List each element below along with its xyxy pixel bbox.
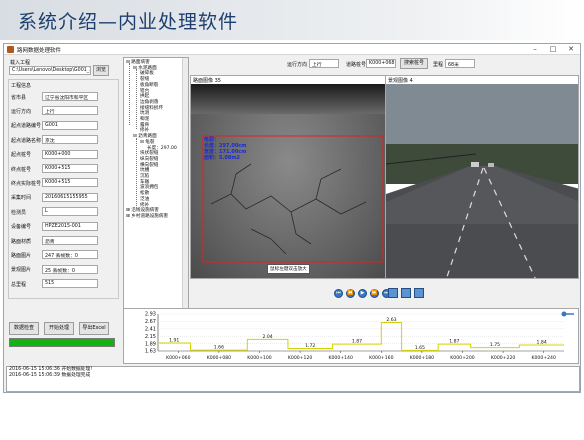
field-value[interactable]: K000+515: [42, 164, 98, 173]
close-button[interactable]: ✕: [566, 45, 576, 54]
rewind-icon[interactable]: ⏪: [346, 289, 355, 298]
progress-fill: [10, 339, 114, 346]
field-value[interactable]: 上行: [42, 106, 98, 116]
field-label: 终点桩号: [11, 166, 32, 173]
field-label: 省市县: [11, 94, 27, 101]
minimize-button[interactable]: –: [530, 45, 540, 54]
first-icon[interactable]: ⏮: [334, 289, 343, 298]
app-icon: [7, 46, 14, 53]
road-image[interactable]: 龟裂： 长度：297.00cm 宽度：171.00cm 面积：5.08m2 鼠标…: [191, 84, 385, 278]
fit-window-icon[interactable]: [414, 288, 424, 298]
play-icon[interactable]: ▶: [358, 289, 367, 298]
field-label: 起点道路编号: [11, 123, 42, 130]
tree-node[interactable]: ⊞ 乡村道路设施病害: [126, 213, 168, 219]
y-tick-label: 1.63: [145, 349, 156, 355]
log-line: 2016-06-15 15:06:39 数据处理完成: [9, 373, 91, 378]
landscape-image-header: 景观图像 4: [388, 78, 413, 84]
project-panel: 载入工程 C:\Users\Lenovo\Desktop\G001_20 浏览 …: [6, 57, 121, 350]
y-tick-label: 2.67: [145, 319, 156, 325]
field-value[interactable]: L: [42, 207, 98, 217]
field-value[interactable]: HPZE2015-001: [42, 221, 98, 231]
field-label: 起点道路名称: [11, 137, 42, 144]
field-value[interactable]: 京沈: [42, 135, 98, 145]
x-tick-label: K000+200: [450, 355, 474, 361]
field-value[interactable]: 515: [42, 279, 98, 289]
x-tick-label: K000+160: [369, 355, 393, 361]
data-check-button[interactable]: 数据检查: [9, 322, 39, 335]
maximize-button[interactable]: □: [548, 45, 558, 54]
field-value[interactable]: 辽宁省沈阳市和平区: [42, 92, 98, 101]
disease-tree[interactable]: ⊟ 路面病害 ⊟ 水泥路面 破碎板 裂缝 板角断裂 错台 拱起 边角剥落 接缝料损坏 坑洞 唧泥 露骨…: [123, 57, 189, 350]
field-label: 设备编号: [11, 224, 32, 231]
export-excel-button[interactable]: 导出Excel: [79, 322, 109, 335]
log-panel: 2016-06-15 15:06:36 开始数据处理! 2016-06-15 1…: [6, 366, 580, 392]
field-value[interactable]: K000+515: [42, 178, 98, 188]
field-label: 检测员: [11, 209, 27, 216]
x-tick-label: K000+180: [410, 355, 434, 361]
x-tick-label: K000+080: [207, 355, 231, 361]
index-chart: 2.93 2.67 2.41 2.15 1.89 1.63 K000+060 K000+080…: [123, 308, 579, 364]
x-tick-label: K000+100: [247, 355, 271, 361]
import-path-field[interactable]: C:\Users\Lenovo\Desktop\G001_20: [9, 66, 91, 75]
field-label: 路面材质: [11, 238, 32, 245]
crack-overlay: [202, 135, 384, 263]
y-tick-label: 2.41: [145, 327, 156, 333]
start-processing-button[interactable]: 开始处理: [44, 322, 74, 335]
import-label: 载入工程: [10, 60, 31, 66]
chart-svg: 2.932.67 2.412.151.89 1.63 K000+060 K000+080…: [145, 311, 574, 361]
landscape-image[interactable]: [386, 84, 579, 279]
stake-label: 道路桩号: [346, 62, 367, 68]
field-value[interactable]: 沥青: [42, 236, 98, 245]
window-title: 路网数据处理软件: [17, 48, 62, 54]
field-label: 路面图片: [11, 252, 32, 259]
tree-connector: [136, 138, 137, 208]
x-tick-label: K000+140: [328, 355, 352, 361]
zoom-in-icon[interactable]: [388, 288, 398, 298]
direction-label: 运行方向: [287, 62, 308, 68]
field-value[interactable]: G001: [42, 120, 98, 130]
tree-vertical-scrollbar[interactable]: [182, 58, 188, 349]
y-tick-label: 1.89: [145, 341, 156, 347]
field-label: 采集时间: [11, 195, 32, 202]
app-window: 路网数据处理软件 – □ ✕ 载入工程 C:\Users\Lenovo\Desk…: [3, 43, 581, 393]
x-tick-label: K000+060: [166, 355, 190, 361]
tree-connector: [129, 63, 130, 125]
field-label: 总里程: [11, 281, 27, 288]
annotation-area: 面积：5.08m2: [204, 155, 241, 161]
road-image-pane: 路面图像 35 龟裂： 长度：297.00cm 宽度：171.00cm 面积：5…: [190, 75, 386, 279]
zoom-out-icon[interactable]: [401, 288, 411, 298]
progress-bar: [9, 338, 115, 347]
slide-header: 系统介绍—内业处理软件: [0, 0, 584, 40]
search-stake-button[interactable]: 搜索桩号: [400, 58, 428, 69]
field-label: 终点实际桩号: [11, 180, 42, 187]
field-label: 运行方向: [11, 108, 32, 115]
x-tick-label: K000+220: [491, 355, 515, 361]
field-label: 起点桩号: [11, 152, 32, 159]
road-image-header: 路面图像 35: [193, 78, 221, 84]
y-tick-label: 2.15: [145, 334, 156, 340]
field-value[interactable]: 20160615155955: [42, 192, 98, 202]
y-tick-label: 2.93: [145, 312, 156, 318]
project-info-label: 工程信息: [11, 83, 32, 89]
zoom-tooltip: 鼠标左键双击放大: [267, 264, 310, 274]
crack-annotation: 龟裂： 长度：297.00cm 宽度：171.00cm 面积：5.08m2: [204, 137, 246, 161]
landscape-image-pane: 景观图像 4: [385, 75, 579, 279]
tree-connector: [136, 69, 137, 129]
field-value[interactable]: 25 丢帧数：0: [42, 264, 98, 274]
field-label: 景观图片: [11, 267, 32, 274]
title-bar: 路网数据处理软件 – □ ✕: [4, 44, 580, 55]
x-tick-label: K000+240: [531, 355, 555, 361]
mileage-field[interactable]: 68米: [445, 59, 475, 68]
forward-icon[interactable]: ⏩: [370, 289, 379, 298]
chart-slider-handle: [561, 311, 567, 317]
slide-title: 系统介绍—内业处理软件: [18, 11, 239, 33]
x-tick-label: K000+120: [288, 355, 312, 361]
field-value[interactable]: K000+000: [42, 149, 98, 159]
mileage-label: 里程: [433, 62, 444, 68]
browse-button[interactable]: 浏览: [93, 65, 109, 76]
field-value[interactable]: 247 丢帧数：0: [42, 250, 98, 260]
direction-field[interactable]: 上行: [309, 59, 339, 68]
stake-field[interactable]: K000+068: [366, 59, 396, 68]
